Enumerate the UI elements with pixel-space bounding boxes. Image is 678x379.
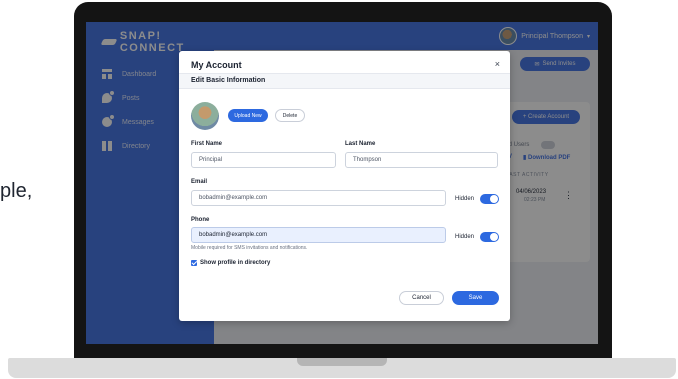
laptop-notch (297, 358, 387, 366)
modal-title: My Account (191, 60, 242, 70)
screen: SNAP! CONNECT Dashboard Posts Messages D… (86, 22, 598, 344)
email-field[interactable]: bobadmin@example.com (191, 190, 446, 206)
first-name-field[interactable]: Principal (191, 152, 336, 168)
phone-field[interactable]: bobadmin@example.com (191, 227, 446, 243)
my-account-modal: My Account × Edit Basic Information Uplo… (179, 51, 510, 321)
phone-hidden-label: Hidden (455, 234, 475, 240)
partial-word: ple, (0, 180, 33, 202)
email-hidden-label: Hidden (455, 196, 475, 202)
close-icon[interactable]: × (495, 59, 500, 69)
phone-hint: Mobile required for SMS invitations and … (191, 245, 308, 251)
phone-label: Phone (191, 217, 210, 223)
phone-hidden-toggle[interactable] (480, 232, 499, 242)
last-name-field[interactable]: Thompson (345, 152, 498, 168)
email-hidden-toggle[interactable] (480, 194, 499, 204)
upload-photo-button[interactable]: Upload New (228, 109, 268, 122)
last-name-label: Last Name (345, 141, 376, 147)
show-profile-label: Show profile in directory (200, 260, 271, 266)
first-name-label: First Name (191, 141, 223, 147)
stage: ple, SNAP! CONNECT Dashboard Posts Messa… (0, 0, 678, 379)
cancel-button[interactable]: Cancel (399, 291, 444, 305)
show-profile-checkbox[interactable] (191, 260, 197, 266)
profile-photo (191, 102, 219, 130)
save-button[interactable]: Save (452, 291, 499, 305)
email-label: Email (191, 179, 208, 185)
delete-photo-button[interactable]: Delete (275, 109, 305, 122)
section-title: Edit Basic Information (179, 73, 510, 89)
